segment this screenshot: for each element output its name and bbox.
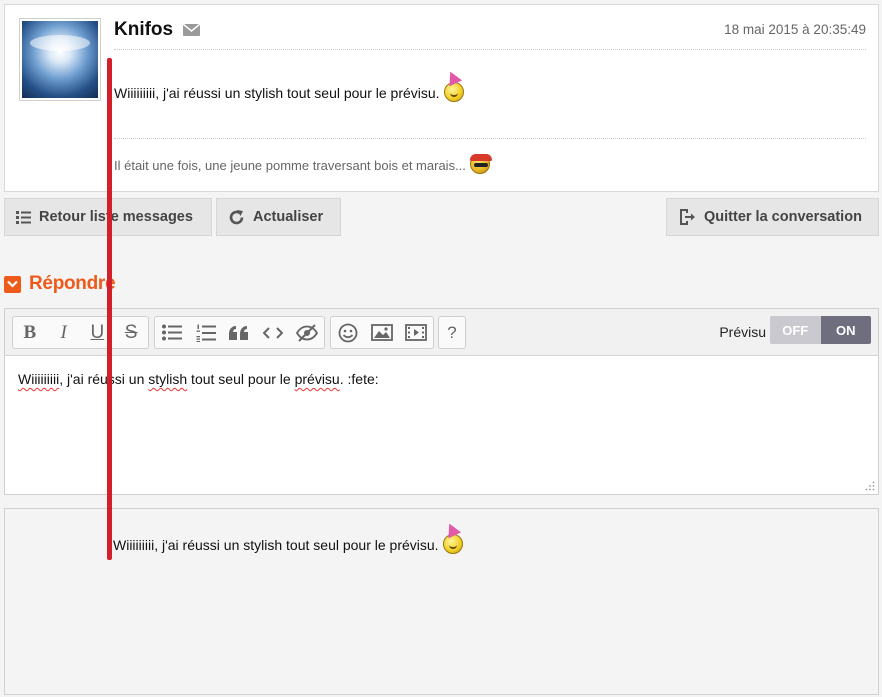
bold-button[interactable]: B bbox=[13, 317, 47, 348]
block-format-group bbox=[154, 316, 325, 349]
text-segment: tout seul pour le bbox=[187, 371, 295, 387]
annotation-line bbox=[107, 58, 112, 560]
bold-icon: B bbox=[23, 321, 37, 343]
preview-body-text: Wiiiiiiiii, j'ai réussi un stylish tout … bbox=[113, 537, 439, 553]
resize-handle-icon[interactable] bbox=[865, 481, 875, 491]
mail-icon[interactable] bbox=[183, 24, 200, 36]
video-button[interactable] bbox=[399, 317, 433, 348]
refresh-button[interactable]: Actualiser bbox=[216, 198, 341, 236]
text-segment: . :fete: bbox=[339, 371, 379, 387]
signature-divider bbox=[114, 138, 866, 139]
smiley-button[interactable] bbox=[331, 317, 365, 348]
eye-slash-icon bbox=[296, 323, 319, 342]
refresh-icon bbox=[228, 209, 245, 226]
numbered-list-icon bbox=[196, 324, 216, 342]
quit-conversation-button[interactable]: Quitter la conversation bbox=[666, 198, 879, 236]
bullet-list-icon bbox=[161, 324, 182, 341]
image-button[interactable] bbox=[365, 317, 399, 348]
numbered-list-button[interactable] bbox=[189, 317, 223, 348]
post-body-text: Wiiiiiiiii, j'ai réussi un stylish tout … bbox=[114, 85, 440, 101]
media-group bbox=[330, 316, 434, 349]
quote-icon bbox=[229, 325, 249, 340]
preview-panel: Wiiiiiiiii, j'ai réussi un stylish tout … bbox=[4, 508, 879, 695]
party-smiley-icon bbox=[443, 82, 464, 102]
text-segment: Wiiiiiiiii bbox=[18, 371, 60, 387]
list-icon bbox=[16, 210, 31, 224]
post-date: 18 mai 2015 à 20:35:49 bbox=[724, 22, 866, 37]
question-mark-icon: ? bbox=[447, 322, 457, 342]
back-button-label: Retour liste messages bbox=[39, 209, 193, 225]
avatar[interactable] bbox=[19, 18, 101, 101]
post-body: Wiiiiiiiii, j'ai réussi un stylish tout … bbox=[114, 82, 464, 102]
preview-toggle-on[interactable]: ON bbox=[820, 316, 871, 344]
party-smiley-icon bbox=[442, 534, 463, 554]
reply-title: Répondre bbox=[29, 273, 116, 294]
text-segment: prévisu bbox=[294, 371, 340, 387]
underline-icon: U bbox=[90, 321, 105, 343]
preview-body: Wiiiiiiiii, j'ai réussi un stylish tout … bbox=[113, 534, 463, 554]
quit-button-label: Quitter la conversation bbox=[704, 209, 862, 225]
text-format-group: B I U S bbox=[12, 316, 149, 349]
help-button[interactable]: ? bbox=[439, 317, 465, 348]
italic-button[interactable]: I bbox=[47, 317, 81, 348]
strikethrough-icon: S bbox=[124, 321, 138, 343]
chevron-down-icon bbox=[4, 275, 21, 293]
post-signature: Il était une fois, une jeune pomme trave… bbox=[114, 154, 492, 174]
editor-toolbar: B I U S ? Prévisu OFF ON bbox=[5, 309, 878, 356]
angel-avatar-image bbox=[22, 21, 98, 98]
italic-icon: I bbox=[60, 321, 67, 343]
spoiler-button[interactable] bbox=[290, 317, 324, 348]
quote-button[interactable] bbox=[223, 317, 257, 348]
preview-toggle-off[interactable]: OFF bbox=[770, 316, 821, 344]
text-segment: stylish bbox=[148, 371, 188, 387]
exit-door-icon bbox=[678, 208, 696, 226]
divider bbox=[114, 49, 866, 50]
text-segment: , j'ai ré bbox=[59, 371, 101, 387]
reply-section-header[interactable]: Répondre bbox=[4, 273, 116, 295]
bullet-list-button[interactable] bbox=[155, 317, 189, 348]
code-button[interactable] bbox=[256, 317, 290, 348]
strikethrough-button[interactable]: S bbox=[114, 317, 148, 348]
signature-text: Il était une fois, une jeune pomme trave… bbox=[114, 158, 466, 173]
film-icon bbox=[405, 324, 427, 341]
code-icon bbox=[263, 326, 284, 339]
smiley-icon bbox=[338, 323, 358, 342]
post-username[interactable]: Knifos bbox=[114, 19, 173, 41]
preview-label: Prévisu bbox=[719, 324, 766, 340]
reply-editor: B I U S ? Prévisu OFF ON Wiiiiiiiii, j'a… bbox=[4, 308, 879, 495]
pirate-smiley-icon bbox=[469, 154, 492, 174]
message-post: Knifos 18 mai 2015 à 20:35:49 Wiiiiiiiii… bbox=[4, 4, 879, 192]
image-icon bbox=[371, 324, 393, 341]
help-group: ? bbox=[438, 316, 466, 349]
message-textarea[interactable]: Wiiiiiiiii, j'ai réussi un stylish tout … bbox=[5, 356, 878, 494]
refresh-button-label: Actualiser bbox=[253, 209, 324, 225]
preview-toggle[interactable]: OFF ON bbox=[770, 316, 871, 344]
